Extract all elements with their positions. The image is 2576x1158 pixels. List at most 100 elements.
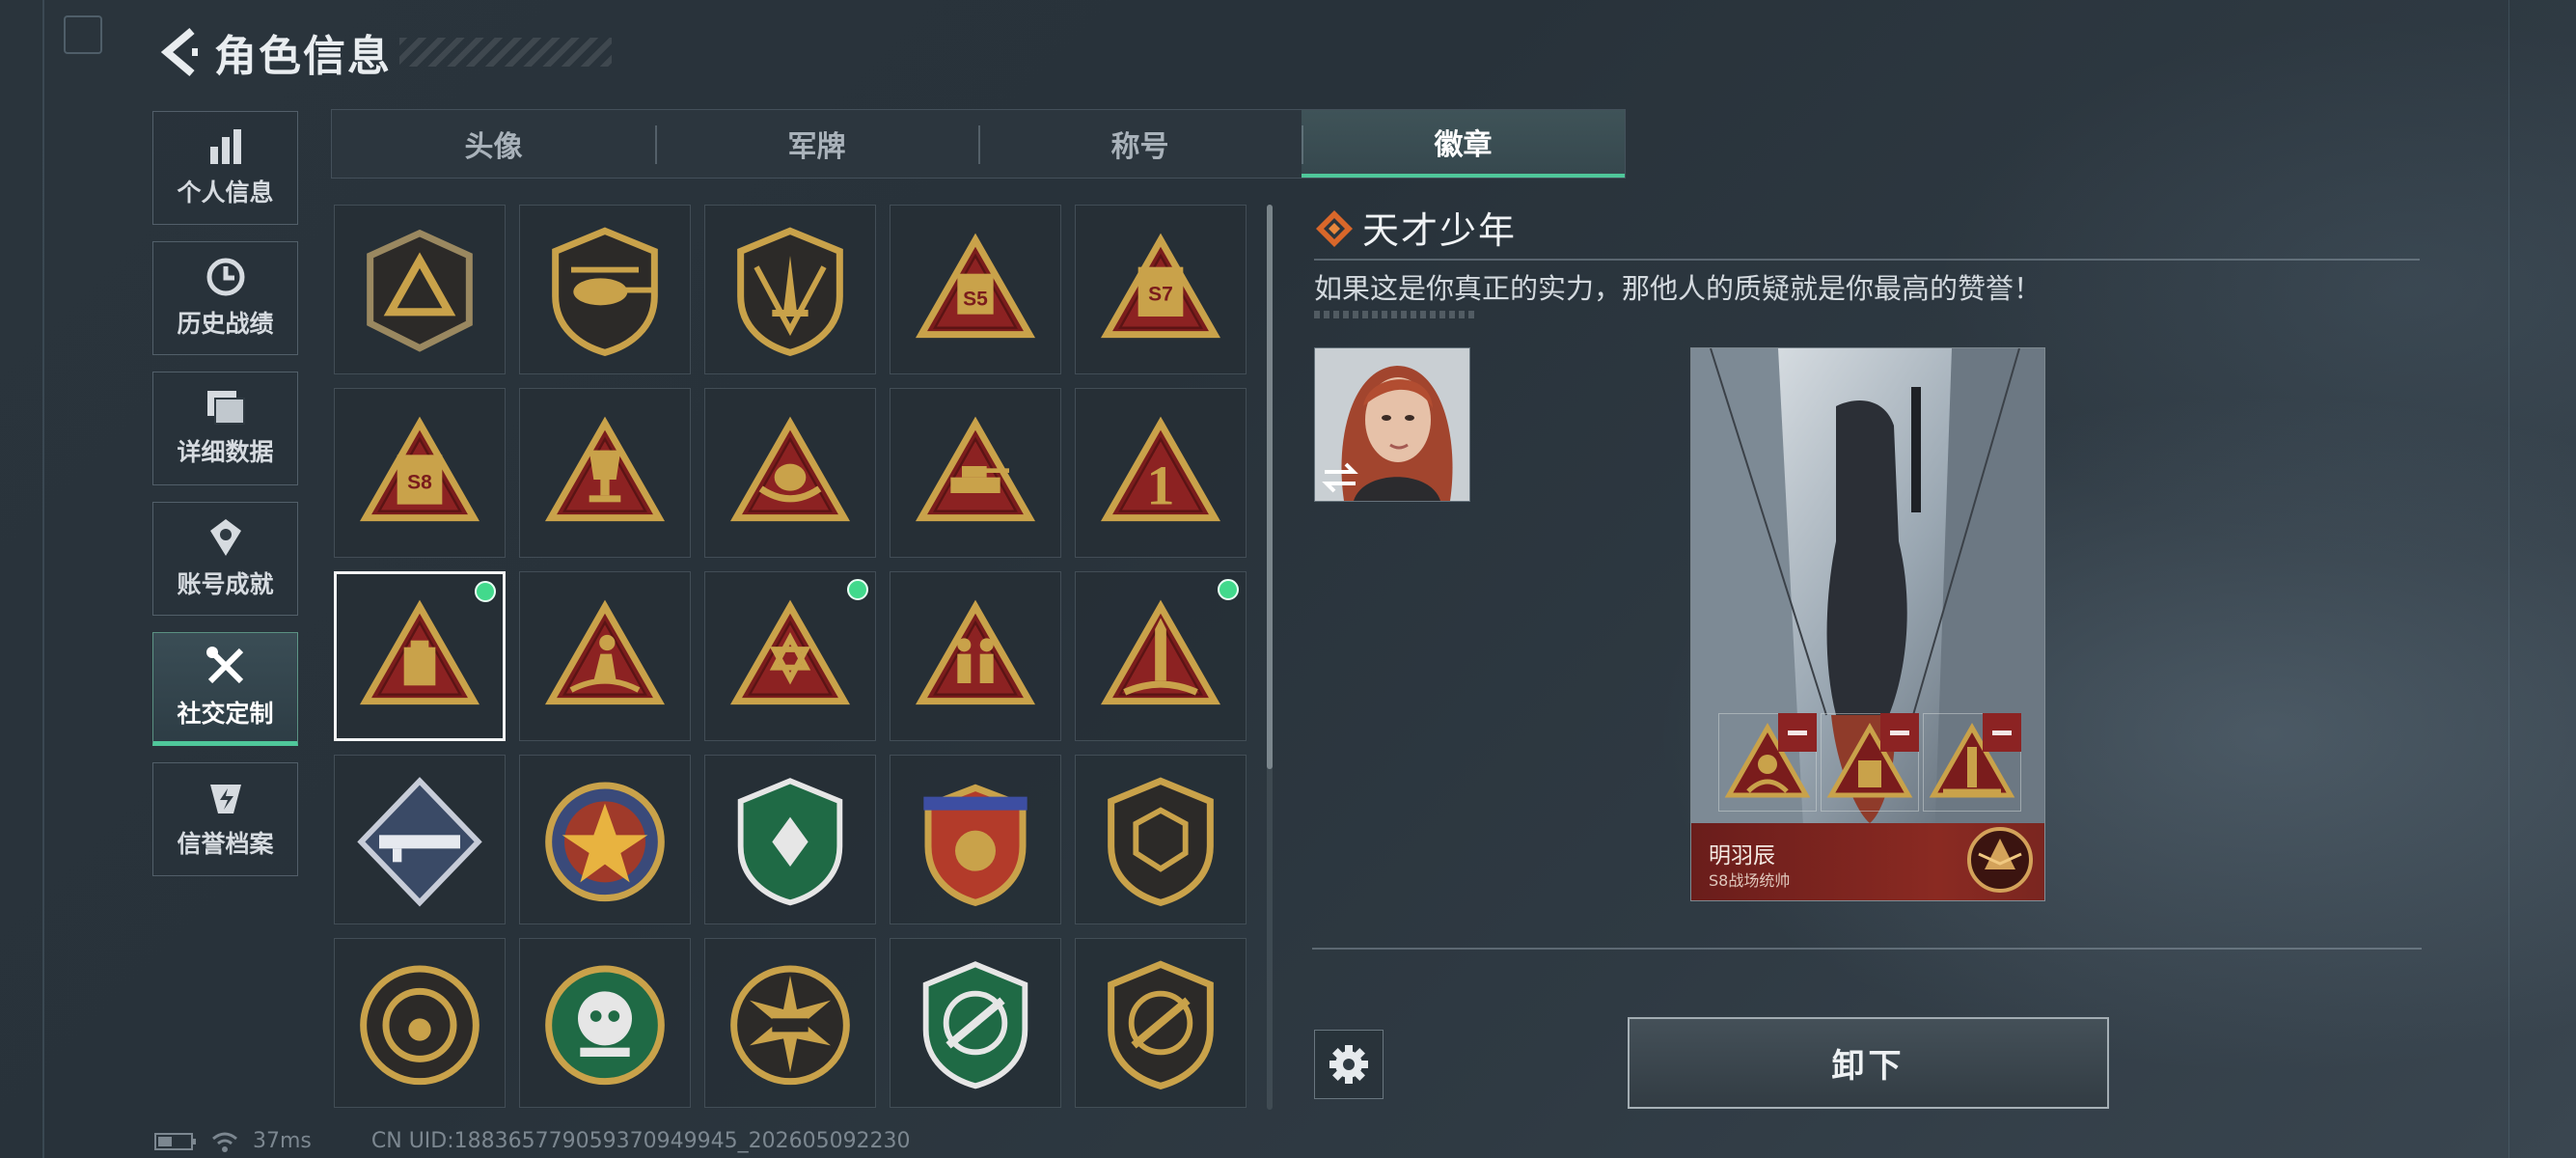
- badge-cell[interactable]: S8: [334, 388, 506, 558]
- nav-item-achievements[interactable]: 账号成就: [152, 502, 298, 616]
- equipped-indicator: [1218, 579, 1239, 600]
- credit-badge-icon: [209, 785, 241, 813]
- frame-corner: [64, 15, 102, 54]
- svg-text:1: 1: [1146, 455, 1174, 517]
- badge-cell[interactable]: [890, 388, 1061, 558]
- badge-cell[interactable]: S5: [890, 205, 1061, 374]
- divider: [1314, 259, 2420, 261]
- frame-line-left: [42, 0, 44, 1158]
- unequip-button[interactable]: 卸下: [1628, 1017, 2109, 1109]
- helicopter-badge-icon: [552, 227, 658, 356]
- equipped-indicator: [847, 579, 868, 600]
- badge-cell[interactable]: [334, 205, 506, 374]
- badge-cell[interactable]: [519, 205, 691, 374]
- tab-badge[interactable]: 徽章: [1302, 110, 1625, 178]
- badge-cell[interactable]: [1075, 755, 1247, 924]
- divider: [1312, 948, 2422, 950]
- remove-badge-1-button[interactable]: [1778, 713, 1817, 752]
- badge-cell[interactable]: [519, 938, 691, 1108]
- star-circle-badge-icon: [545, 782, 665, 902]
- pearl-circle-badge-icon: [360, 965, 480, 1086]
- title-decoration: [399, 38, 612, 67]
- back-arrow-icon[interactable]: [154, 25, 203, 79]
- nav-item-social[interactable]: 社交定制: [152, 632, 298, 746]
- badge-description: 如果这是你真正的实力，那他人的质疑就是你最高的赞誉！: [1314, 272, 2042, 305]
- badge-cell[interactable]: [704, 571, 876, 741]
- skull-cross-badge-icon: [545, 965, 665, 1086]
- badge-cell[interactable]: [519, 388, 691, 558]
- nav-item-label: 详细数据: [177, 438, 274, 466]
- card-player-rank: S8战场统帅: [1709, 871, 1791, 890]
- s5-triangle-badge-icon: S5: [915, 233, 1036, 339]
- tab-dogtag[interactable]: 军牌: [655, 110, 978, 178]
- description-decoration: [1314, 311, 1478, 318]
- badge-cell[interactable]: [1075, 571, 1247, 741]
- runner-triangle-badge-icon: [544, 599, 666, 705]
- badge-cell[interactable]: [334, 571, 506, 741]
- latency-text: 37ms: [253, 1129, 312, 1153]
- equipped-indicator: [475, 581, 496, 602]
- nav-item-label: 账号成就: [177, 570, 274, 598]
- category-tabs: 头像 军牌 称号 徽章: [331, 109, 1626, 179]
- nav-item-credit[interactable]: 信誉档案: [152, 762, 298, 876]
- dagger-shield-badge-icon: [737, 227, 843, 356]
- nav-item-details[interactable]: 详细数据: [152, 372, 298, 485]
- equipped-slot-1[interactable]: [1718, 713, 1817, 812]
- equipped-slot-3[interactable]: [1923, 713, 2021, 812]
- card-player-name: 明羽辰: [1709, 843, 1775, 868]
- tank-sun-badge-icon: [730, 965, 850, 1086]
- page-header: 角色信息: [154, 21, 612, 83]
- shield-triangle-badge-icon: [367, 229, 473, 352]
- badge-cell[interactable]: [704, 755, 876, 924]
- badge-cell[interactable]: [334, 938, 506, 1108]
- nav-item-label: 个人信息: [177, 179, 274, 207]
- star-of-david-triangle-badge-icon: [729, 599, 851, 705]
- trophy-triangle-badge-icon: [544, 416, 666, 522]
- frame-line-right: [2508, 0, 2509, 1158]
- badge-cell[interactable]: [890, 755, 1061, 924]
- grid-scrollbar[interactable]: [1267, 205, 1273, 769]
- badge-cell[interactable]: 1: [1075, 388, 1247, 558]
- egg-nest-triangle-badge-icon: [729, 416, 851, 522]
- uid-text: CN UID:188365779059370949945_20260509223…: [370, 1129, 911, 1153]
- svg-text:S8: S8: [407, 471, 432, 493]
- box-triangle-badge-icon: [359, 599, 480, 705]
- badge-cell[interactable]: [334, 755, 506, 924]
- badge-cell[interactable]: [704, 388, 876, 558]
- number-one-triangle-badge-icon: 1: [1100, 416, 1221, 522]
- rocket-triangle-badge-icon: [1100, 599, 1221, 705]
- badge-grid: S5 S7 S8 1: [333, 205, 1249, 1110]
- equipped-slot-2[interactable]: [1821, 713, 1919, 812]
- settings-button[interactable]: [1314, 1030, 1384, 1099]
- card-artwork: [1691, 348, 2044, 900]
- badge-cell[interactable]: S7: [1075, 205, 1247, 374]
- badge-cell[interactable]: [1075, 938, 1247, 1108]
- status-bar: 37ms CN UID:188365779059370949945_202605…: [154, 1129, 911, 1153]
- wifi-icon: [212, 1132, 237, 1152]
- rifle-green-shield-badge-icon: [922, 961, 1028, 1089]
- s8-triangle-badge-icon: S8: [359, 416, 480, 522]
- side-nav: 个人信息 历史战绩 详细数据 账号成就 社交定制 信誉档案: [152, 111, 300, 893]
- tab-title[interactable]: 称号: [978, 110, 1302, 178]
- badge-cell[interactable]: [704, 205, 876, 374]
- badge-name: 天才少年: [1362, 209, 1518, 252]
- svg-text:S7: S7: [1148, 284, 1173, 306]
- badge-cell[interactable]: [704, 938, 876, 1108]
- green-wing-shield-badge-icon: [737, 778, 843, 906]
- avatar-switch[interactable]: [1314, 347, 1470, 502]
- nav-item-profile[interactable]: 个人信息: [152, 111, 298, 225]
- card-footer: 明羽辰 S8战场统帅: [1691, 823, 2044, 900]
- tab-avatar[interactable]: 头像: [332, 110, 655, 178]
- nav-item-label: 历史战绩: [177, 310, 274, 338]
- s7-triangle-badge-icon: S7: [1100, 233, 1221, 339]
- remove-badge-2-button[interactable]: [1880, 713, 1919, 752]
- player-card-preview: 明羽辰 S8战场统帅: [1690, 347, 2045, 901]
- badge-cell[interactable]: [890, 571, 1061, 741]
- badge-cell[interactable]: [519, 755, 691, 924]
- badge-cell[interactable]: [519, 571, 691, 741]
- nav-item-history[interactable]: 历史战绩: [152, 241, 298, 355]
- svg-text:S5: S5: [963, 288, 988, 310]
- remove-badge-3-button[interactable]: [1983, 713, 2021, 752]
- badge-cell[interactable]: [890, 938, 1061, 1108]
- hexagon-shield-badge-icon: [1108, 777, 1214, 906]
